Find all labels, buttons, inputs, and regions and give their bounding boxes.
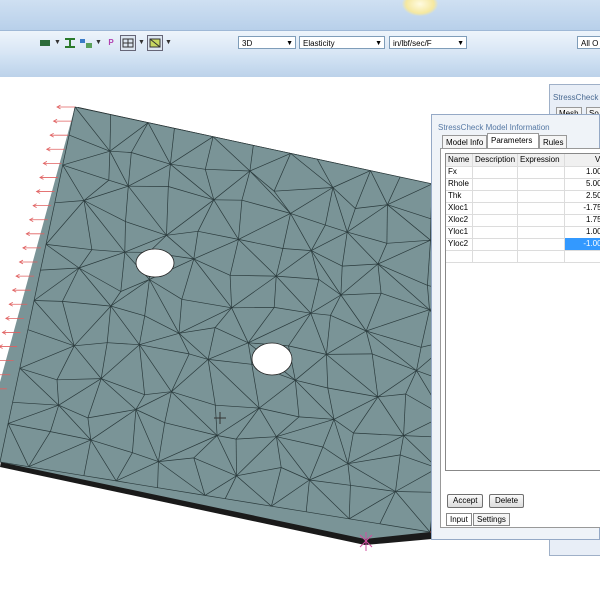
hole-2: [252, 343, 292, 375]
cell-expression[interactable]: [518, 166, 565, 178]
cell-value[interactable]: -1.000: [565, 238, 600, 250]
cell-name[interactable]: Thk: [446, 190, 473, 202]
chevron-down-icon: ▼: [375, 37, 382, 50]
cell-description[interactable]: [473, 178, 518, 190]
tab-rules[interactable]: Rules: [539, 135, 567, 148]
cell-description[interactable]: [473, 214, 518, 226]
analysis-select-value: Elasticity: [303, 39, 335, 48]
view-select[interactable]: 3D ▼: [238, 36, 296, 49]
cell-name[interactable]: Xloc1: [446, 202, 473, 214]
cell-description[interactable]: [473, 202, 518, 214]
cell-name[interactable]: Xloc2: [446, 214, 473, 226]
beam-icon[interactable]: [63, 36, 77, 50]
tab-settings[interactable]: Settings: [473, 513, 510, 526]
cell-value[interactable]: 1.000: [565, 226, 600, 238]
model-information-window[interactable]: StressCheck Model Information Model Info…: [431, 114, 600, 540]
cell-description[interactable]: [473, 226, 518, 238]
column-header-name[interactable]: Name: [446, 154, 473, 166]
filter-select-value: All O: [581, 39, 598, 48]
delete-button[interactable]: Delete: [489, 494, 524, 508]
tab-input[interactable]: Input: [446, 513, 472, 526]
column-header-value[interactable]: Va: [565, 154, 600, 166]
chevron-down-icon[interactable]: ▼: [165, 36, 172, 50]
tab-parameters[interactable]: Parameters: [487, 133, 539, 148]
cell-description[interactable]: [473, 250, 518, 262]
cell-expression[interactable]: [518, 202, 565, 214]
main-toolbar: ▼ ▼ P ▼ ▼ 3D ▼ Elasticity ▼ in/lbf/sec/F ▼ …: [0, 30, 600, 56]
chevron-down-icon[interactable]: ▼: [95, 36, 102, 50]
window-title: StressCheck Model Information: [438, 123, 550, 132]
toolbar-icon-group: ▼ ▼ P ▼ ▼: [38, 35, 172, 50]
cell-name[interactable]: Yloc1: [446, 226, 473, 238]
title-bar: [0, 0, 600, 30]
cell-expression[interactable]: [518, 226, 565, 238]
cell-expression[interactable]: [518, 214, 565, 226]
units-select[interactable]: in/lbf/sec/F ▼: [389, 36, 467, 49]
cell-expression[interactable]: [518, 178, 565, 190]
column-header-expression[interactable]: Expression: [518, 154, 565, 166]
cell-value[interactable]: 1.750: [565, 214, 600, 226]
parameters-table[interactable]: Name Description Expression Va Fx 1.000 …: [445, 153, 600, 471]
analysis-select[interactable]: Elasticity ▼: [299, 36, 385, 49]
layer-icon[interactable]: [38, 36, 52, 50]
chevron-down-icon[interactable]: ▼: [138, 36, 145, 50]
parameters-panel: Name Description Expression Va Fx 1.000 …: [440, 148, 600, 528]
mesh-edge: [387, 205, 388, 244]
cell-expression[interactable]: [518, 250, 565, 262]
cell-expression[interactable]: [518, 190, 565, 202]
cell-name[interactable]: Rhole: [446, 178, 473, 190]
view-select-value: 3D: [242, 39, 252, 48]
accept-button[interactable]: Accept: [447, 494, 483, 508]
back-window-title: StressCheck I: [553, 93, 600, 102]
p-icon[interactable]: P: [104, 36, 118, 50]
cell-value[interactable]: -1.750: [565, 202, 600, 214]
mesh-edge: [326, 354, 372, 355]
tab-model-info[interactable]: Model Info: [442, 135, 487, 148]
grid-icon[interactable]: [120, 35, 136, 51]
cell-value[interactable]: 5.000: [565, 178, 600, 190]
cell-description[interactable]: [473, 166, 518, 178]
chevron-down-icon: ▼: [286, 37, 293, 50]
cell-value[interactable]: [565, 250, 600, 262]
cell-name[interactable]: Fx: [446, 166, 473, 178]
cell-value[interactable]: 1.000: [565, 166, 600, 178]
column-header-description[interactable]: Description: [473, 154, 518, 166]
table-row-empty[interactable]: [446, 250, 600, 263]
cell-description[interactable]: [473, 190, 518, 202]
units-select-value: in/lbf/sec/F: [393, 39, 432, 48]
tree-icon[interactable]: [79, 36, 93, 50]
mesh-icon[interactable]: [147, 35, 163, 51]
cell-description[interactable]: [473, 238, 518, 250]
ribbon-strip: [0, 55, 600, 77]
filter-select[interactable]: All O: [577, 36, 600, 49]
hole-1: [136, 249, 174, 277]
cell-expression[interactable]: [518, 238, 565, 250]
chevron-down-icon: ▼: [457, 37, 464, 50]
chevron-down-icon[interactable]: ▼: [54, 36, 61, 50]
cell-name[interactable]: [446, 250, 473, 262]
cell-name[interactable]: Yloc2: [446, 238, 473, 250]
plate-surface: [0, 107, 470, 539]
cell-value[interactable]: 2.500: [565, 190, 600, 202]
